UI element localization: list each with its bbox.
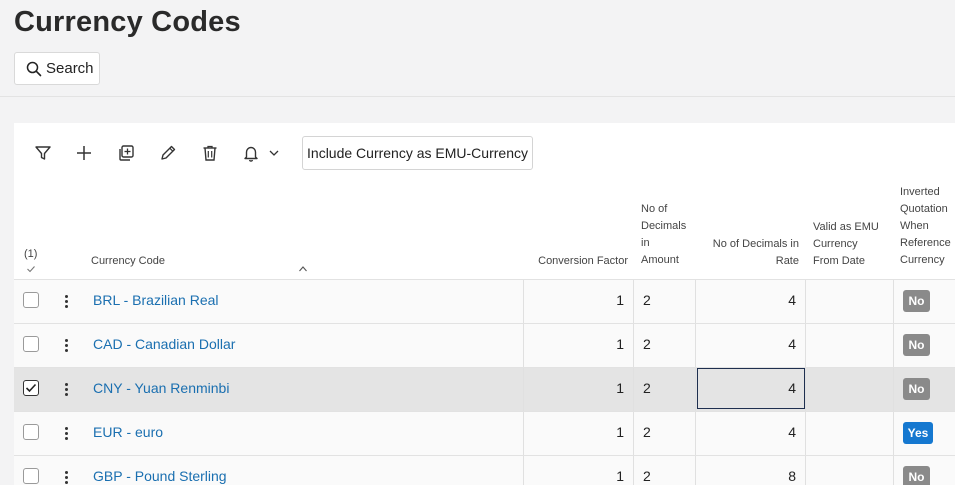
header-decimals-amount[interactable]: No of Decimals in Amount: [641, 201, 686, 269]
inverted-quotation-badge: No: [903, 334, 930, 356]
column-separator: [805, 324, 806, 367]
row-checkbox[interactable]: [23, 380, 39, 396]
column-separator: [893, 280, 894, 323]
column-separator: [633, 412, 634, 455]
conversion-factor-value: 1: [616, 336, 624, 352]
decimals-amount-value: 2: [643, 380, 651, 396]
currency-code-link[interactable]: GBP - Pound Sterling: [93, 468, 227, 484]
row-checkbox[interactable]: [23, 424, 39, 440]
table-row[interactable]: BRL - Brazilian Real 1 2 4 No: [14, 279, 955, 323]
trash-icon[interactable]: [199, 142, 221, 164]
table-row[interactable]: CAD - Canadian Dollar 1 2 4 No: [14, 323, 955, 367]
column-separator: [523, 324, 524, 367]
include-emu-currency-button[interactable]: Include Currency as EMU-Currency: [302, 136, 533, 170]
decimals-amount-value: 2: [643, 424, 651, 440]
table-row[interactable]: GBP - Pound Sterling 1 2 8 No: [14, 455, 955, 485]
column-separator: [893, 456, 894, 485]
column-separator: [893, 324, 894, 367]
kebab-icon[interactable]: [60, 291, 72, 311]
kebab-icon[interactable]: [60, 423, 72, 443]
column-separator: [523, 456, 524, 485]
column-separator: [695, 324, 696, 367]
column-separator: [695, 280, 696, 323]
selection-count: (1): [24, 248, 38, 260]
header-conversion-factor[interactable]: Conversion Factor: [534, 253, 628, 270]
column-separator: [523, 280, 524, 323]
inverted-quotation-badge: Yes: [903, 422, 933, 444]
column-separator: [523, 368, 524, 411]
search-label: Search: [46, 60, 94, 77]
column-separator: [523, 412, 524, 455]
inverted-quotation-badge: No: [903, 466, 930, 485]
kebab-icon[interactable]: [60, 379, 72, 399]
column-separator: [805, 412, 806, 455]
header-divider: [0, 96, 955, 97]
inverted-quotation-badge: No: [903, 378, 930, 400]
currency-code-link[interactable]: EUR - euro: [93, 424, 163, 440]
column-separator: [805, 368, 806, 411]
column-separator: [893, 412, 894, 455]
page-title: Currency Codes: [14, 6, 241, 38]
table-row[interactable]: CNY - Yuan Renminbi 1 2 4 No: [14, 367, 955, 411]
currency-table-panel: Include Currency as EMU-Currency (1) Cur…: [14, 123, 955, 485]
column-separator: [633, 280, 634, 323]
column-separator: [695, 456, 696, 485]
conversion-factor-value: 1: [616, 292, 624, 308]
bell-icon[interactable]: [240, 142, 262, 164]
plus-icon[interactable]: [73, 142, 95, 164]
decimals-amount-value: 2: [643, 336, 651, 352]
kebab-icon[interactable]: [60, 335, 72, 355]
decimals-rate-value: 8: [788, 468, 796, 484]
row-checkbox[interactable]: [23, 336, 39, 352]
decimals-rate-value: 4: [788, 292, 796, 308]
search-icon: [26, 61, 42, 76]
chevron-down-icon[interactable]: [265, 142, 283, 164]
column-separator: [805, 280, 806, 323]
row-checkbox[interactable]: [23, 468, 39, 484]
column-separator: [633, 456, 634, 485]
column-separator: [695, 412, 696, 455]
checkmark-icon: [25, 383, 37, 393]
decimals-rate-value: 4: [788, 380, 796, 396]
duplicate-icon[interactable]: [115, 142, 137, 164]
column-separator: [893, 368, 894, 411]
currency-code-link[interactable]: CAD - Canadian Dollar: [93, 336, 235, 352]
inverted-quotation-badge: No: [903, 290, 930, 312]
table-row[interactable]: EUR - euro 1 2 4 Yes: [14, 411, 955, 455]
search-button[interactable]: Search: [14, 52, 100, 85]
conversion-factor-value: 1: [616, 468, 624, 484]
column-separator: [695, 368, 696, 411]
header-inverted-quotation[interactable]: Inverted Quotation When Reference Curren…: [900, 184, 951, 269]
checkmark-icon[interactable]: [26, 265, 36, 273]
currency-code-link[interactable]: CNY - Yuan Renminbi: [93, 380, 229, 396]
header-decimals-rate[interactable]: No of Decimals in Rate: [704, 236, 799, 270]
filter-icon[interactable]: [32, 142, 54, 164]
header-currency-code[interactable]: Currency Code: [91, 253, 165, 270]
edit-icon[interactable]: [157, 142, 179, 164]
conversion-factor-value: 1: [616, 424, 624, 440]
decimals-amount-value: 2: [643, 292, 651, 308]
decimals-rate-value: 4: [788, 336, 796, 352]
header-valid-emu-date[interactable]: Valid as EMU Currency From Date: [813, 219, 879, 270]
conversion-factor-value: 1: [616, 380, 624, 396]
row-checkbox[interactable]: [23, 292, 39, 308]
column-separator: [633, 324, 634, 367]
decimals-rate-value: 4: [788, 424, 796, 440]
kebab-icon[interactable]: [60, 467, 72, 485]
sort-up-icon[interactable]: [298, 265, 308, 273]
column-separator: [805, 456, 806, 485]
decimals-amount-value: 2: [643, 468, 651, 484]
column-separator: [633, 368, 634, 411]
currency-code-link[interactable]: BRL - Brazilian Real: [93, 292, 219, 308]
